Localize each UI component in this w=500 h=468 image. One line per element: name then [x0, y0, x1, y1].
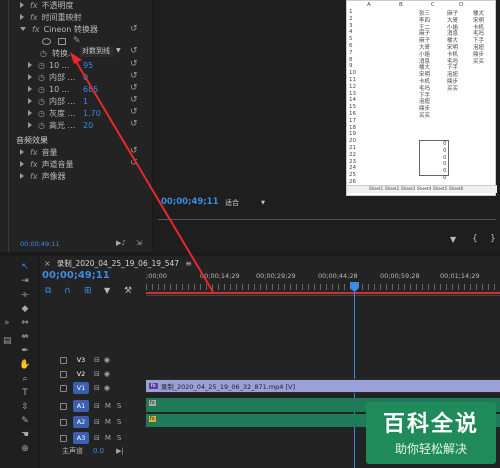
- annotation-arrow: [70, 52, 214, 293]
- watermark-badge: 百科全说 助你轻松解决: [366, 402, 496, 464]
- watermark-subtitle: 助你轻松解决: [394, 442, 467, 456]
- watermark-title: 百科全说: [382, 412, 479, 437]
